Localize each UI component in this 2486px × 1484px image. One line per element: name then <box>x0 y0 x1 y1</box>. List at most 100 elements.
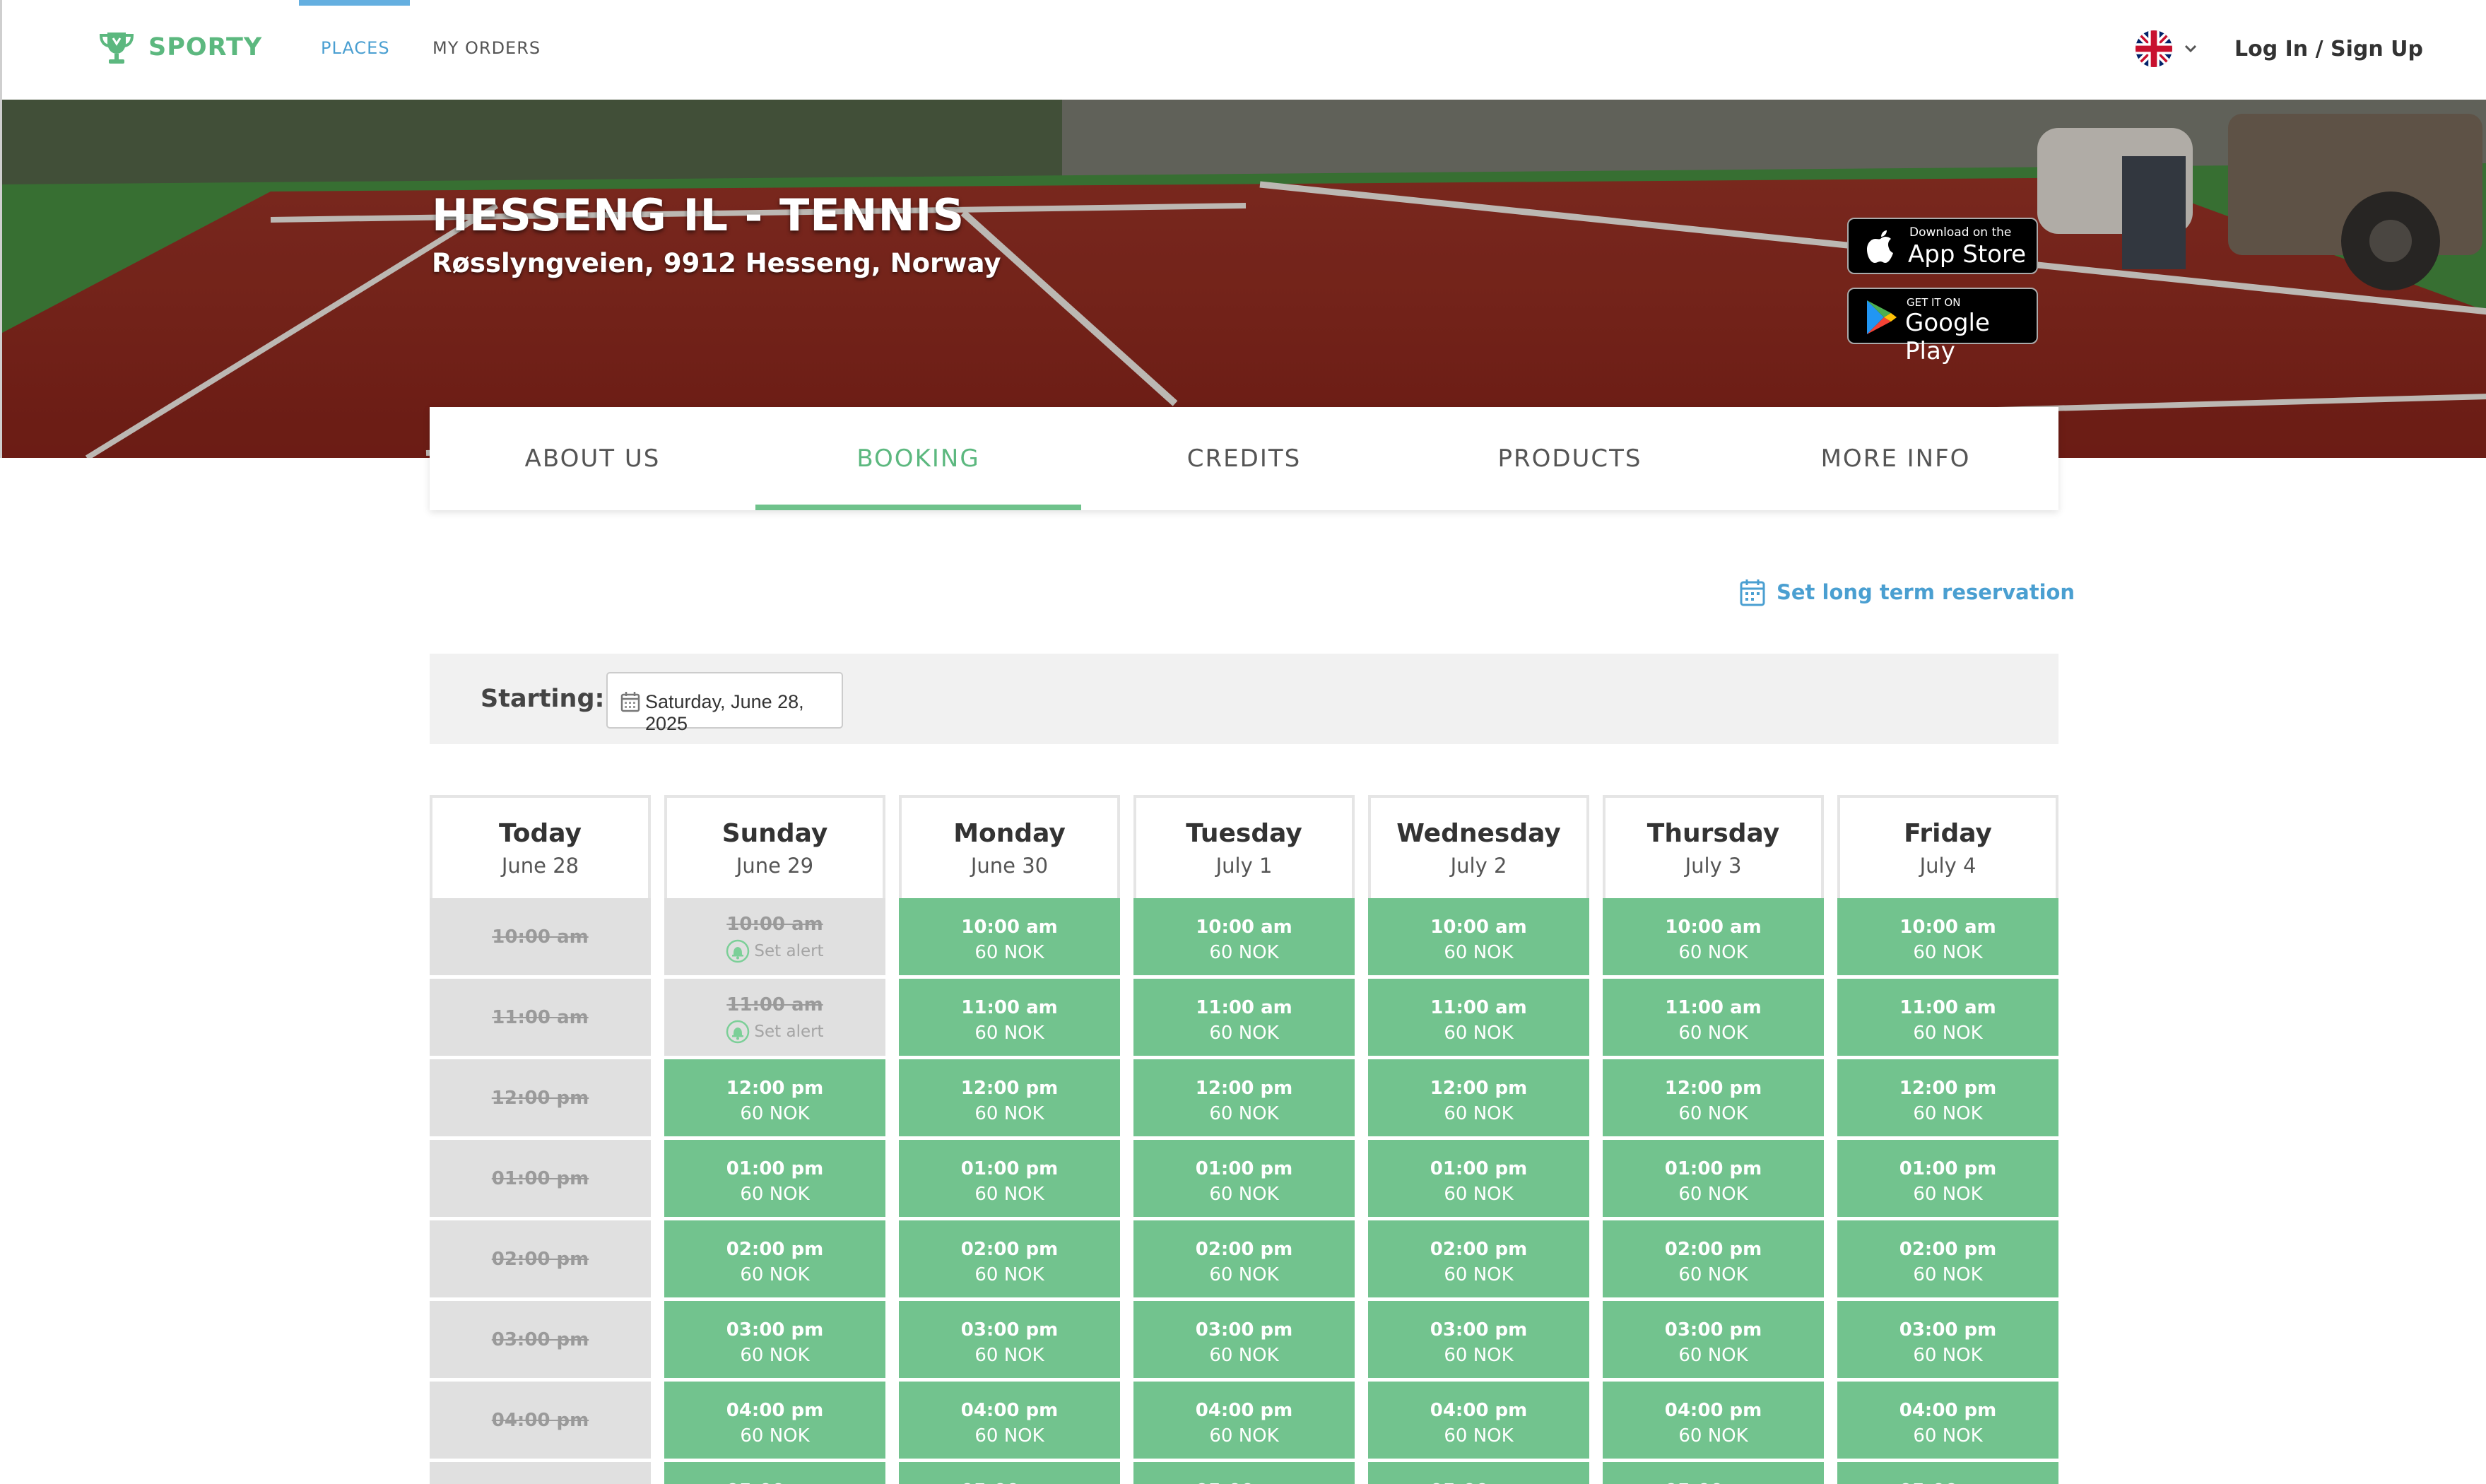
time-slot-available[interactable]: 12:00 pm 60 NOK <box>1133 1059 1355 1138</box>
time-slot-unavailable: 04:00 pm <box>430 1382 651 1461</box>
time-slot-available[interactable]: 10:00 am 60 NOK <box>1837 898 2058 977</box>
time-slot-available[interactable]: 05:00 pm60 NOK <box>1368 1462 1589 1484</box>
slot-time: 11:00 am <box>1665 997 1762 1018</box>
tab-more-info[interactable]: MORE INFO <box>1733 407 2058 510</box>
start-date-input[interactable]: Saturday, June 28, 2025 <box>606 672 843 734</box>
time-slot-available[interactable]: 11:00 am 60 NOK <box>1133 979 1355 1058</box>
day-date: July 1 <box>1215 854 1273 878</box>
app-store-button[interactable]: Download on the App Store <box>1847 218 2038 274</box>
time-slot-available[interactable]: 10:00 am 60 NOK <box>1133 898 1355 977</box>
slot-price: 60 NOK <box>1209 1184 1279 1205</box>
login-signup-link[interactable]: Log In / Sign Up <box>2234 37 2423 61</box>
time-slot-available[interactable]: 03:00 pm 60 NOK <box>1837 1301 2058 1380</box>
slot-time: 01:00 pm <box>1664 1158 1762 1179</box>
time-slot-available[interactable]: 03:00 pm 60 NOK <box>664 1301 885 1380</box>
chevron-down-icon[interactable] <box>2183 41 2198 57</box>
set-alert-button[interactable]: Set alert <box>664 939 885 963</box>
time-slot-available[interactable]: 05:00 pm60 NOK <box>1837 1462 2058 1484</box>
time-slot-unavailable: 12:00 pm <box>430 1059 651 1138</box>
tab-products[interactable]: PRODUCTS <box>1407 407 1733 510</box>
time-slot-available[interactable]: 04:00 pm 60 NOK <box>899 1382 1120 1461</box>
slot-price: 60 NOK <box>1444 1425 1514 1447</box>
starting-label: Starting: <box>481 685 605 713</box>
set-alert-button[interactable]: Set alert <box>664 1020 885 1044</box>
time-slot-available[interactable]: 11:00 am 60 NOK <box>1603 979 1824 1058</box>
set-alert-label: Set alert <box>754 942 824 960</box>
time-slot-unavailable[interactable]: 11:00 am Set alert <box>664 979 885 1058</box>
nav-my-orders[interactable]: MY ORDERS <box>432 38 541 58</box>
slot-price: 60 NOK <box>1444 942 1514 963</box>
time-slot-available[interactable]: 04:00 pm 60 NOK <box>1133 1382 1355 1461</box>
time-slot-available[interactable]: 11:00 am 60 NOK <box>1368 979 1589 1058</box>
time-slot-available[interactable]: 12:00 pm 60 NOK <box>899 1059 1120 1138</box>
time-slot-available[interactable]: 01:00 pm 60 NOK <box>1837 1140 2058 1219</box>
time-slot-available[interactable]: 04:00 pm 60 NOK <box>1603 1382 1824 1461</box>
time-slot-available[interactable]: 11:00 am 60 NOK <box>1837 979 2058 1058</box>
time-slot-available[interactable]: 10:00 am 60 NOK <box>1603 898 1824 977</box>
slot-price: 60 NOK <box>1209 1103 1279 1124</box>
slot-price: 60 NOK <box>740 1425 810 1447</box>
time-slot-available[interactable]: 11:00 am 60 NOK <box>899 979 1120 1058</box>
slot-price: 60 NOK <box>974 1425 1044 1447</box>
day-name: Today <box>499 819 582 848</box>
time-slot-available[interactable]: 04:00 pm 60 NOK <box>1837 1382 2058 1461</box>
slot-time: 10:00 am <box>1899 917 1996 938</box>
brand-logo[interactable]: SPORTY <box>98 28 262 66</box>
time-slot-available[interactable]: 12:00 pm 60 NOK <box>664 1059 885 1138</box>
time-slot-available[interactable]: 03:00 pm 60 NOK <box>899 1301 1120 1380</box>
long-term-reservation-link[interactable]: Set long term reservation <box>1740 578 2075 606</box>
slot-price: 60 NOK <box>974 1345 1044 1366</box>
google-play-label: Google Play <box>1905 309 1990 365</box>
time-slot-available[interactable]: 02:00 pm 60 NOK <box>1837 1220 2058 1300</box>
time-slot-available[interactable]: 01:00 pm 60 NOK <box>899 1140 1120 1219</box>
slot-price: 60 NOK <box>740 1184 810 1205</box>
uk-flag-icon[interactable] <box>2136 30 2172 67</box>
time-slot-unavailable: 01:00 pm <box>430 1140 651 1219</box>
day-header: Monday June 30 <box>899 795 1120 898</box>
time-slot-available[interactable]: 03:00 pm 60 NOK <box>1368 1301 1589 1380</box>
slot-time: 03:00 pm <box>1664 1319 1762 1341</box>
slot-price: 60 NOK <box>1913 1264 1983 1285</box>
slot-time: 11:00 am <box>492 1007 589 1028</box>
time-slot-available[interactable]: 01:00 pm 60 NOK <box>664 1140 885 1219</box>
time-slot-available[interactable]: 02:00 pm 60 NOK <box>1368 1220 1589 1300</box>
time-slot-available[interactable]: 02:00 pm 60 NOK <box>664 1220 885 1300</box>
time-slot-available[interactable]: 01:00 pm 60 NOK <box>1133 1140 1355 1219</box>
time-slot-available[interactable]: 05:00 pm60 NOK <box>899 1462 1120 1484</box>
tab-credits[interactable]: CREDITS <box>1081 407 1407 510</box>
slot-price: 60 NOK <box>1209 1425 1279 1447</box>
time-slot-available[interactable]: 02:00 pm 60 NOK <box>1603 1220 1824 1300</box>
slot-time: 03:00 pm <box>726 1319 824 1341</box>
time-slot-available[interactable]: 03:00 pm 60 NOK <box>1603 1301 1824 1380</box>
day-column: Tuesday July 1 10:00 am 60 NOK 11:00 am 60 NO… <box>1133 795 1355 1484</box>
slot-price: 60 NOK <box>1209 1023 1279 1044</box>
time-slot-available[interactable]: 01:00 pm 60 NOK <box>1368 1140 1589 1219</box>
time-slot-available[interactable]: 12:00 pm 60 NOK <box>1368 1059 1589 1138</box>
time-slot-available[interactable]: 05:00 pm60 NOK <box>1603 1462 1824 1484</box>
time-slot-available[interactable]: 05:00 pm60 NOK <box>1133 1462 1355 1484</box>
slot-price: 60 NOK <box>1913 942 1983 963</box>
venue-tabs: ABOUT US BOOKING CREDITS PRODUCTS MORE I… <box>430 407 2058 510</box>
time-slot-available[interactable]: 01:00 pm 60 NOK <box>1603 1140 1824 1219</box>
time-slot-available[interactable]: 02:00 pm 60 NOK <box>1133 1220 1355 1300</box>
time-slot-available[interactable]: 03:00 pm 60 NOK <box>1133 1301 1355 1380</box>
time-slot-available[interactable]: 02:00 pm 60 NOK <box>899 1220 1120 1300</box>
nav-places[interactable]: PLACES <box>299 0 410 58</box>
time-slot-available[interactable]: 04:00 pm 60 NOK <box>1368 1382 1589 1461</box>
slot-price: 60 NOK <box>740 1264 810 1285</box>
tab-about-us[interactable]: ABOUT US <box>430 407 755 510</box>
slot-time: 03:00 pm <box>1195 1319 1293 1341</box>
time-slot-available[interactable]: 10:00 am 60 NOK <box>1368 898 1589 977</box>
google-play-button[interactable]: GET IT ON Google Play <box>1847 288 2038 365</box>
time-slot-available[interactable]: 12:00 pm 60 NOK <box>1837 1059 2058 1138</box>
time-slot-available[interactable]: 10:00 am 60 NOK <box>899 898 1120 977</box>
time-slot-available[interactable]: 12:00 pm 60 NOK <box>1603 1059 1824 1138</box>
time-slot-unavailable[interactable]: 10:00 am Set alert <box>664 898 885 977</box>
slot-time: 01:00 pm <box>491 1168 589 1189</box>
tab-booking[interactable]: BOOKING <box>755 407 1081 510</box>
slot-time: 04:00 pm <box>1664 1400 1762 1421</box>
time-slot-available[interactable]: 04:00 pm 60 NOK <box>664 1382 885 1461</box>
day-header: Today June 28 <box>430 795 651 898</box>
time-slot-available[interactable]: 05:00 pm60 NOK <box>664 1462 885 1484</box>
slot-price: 60 NOK <box>974 1023 1044 1044</box>
